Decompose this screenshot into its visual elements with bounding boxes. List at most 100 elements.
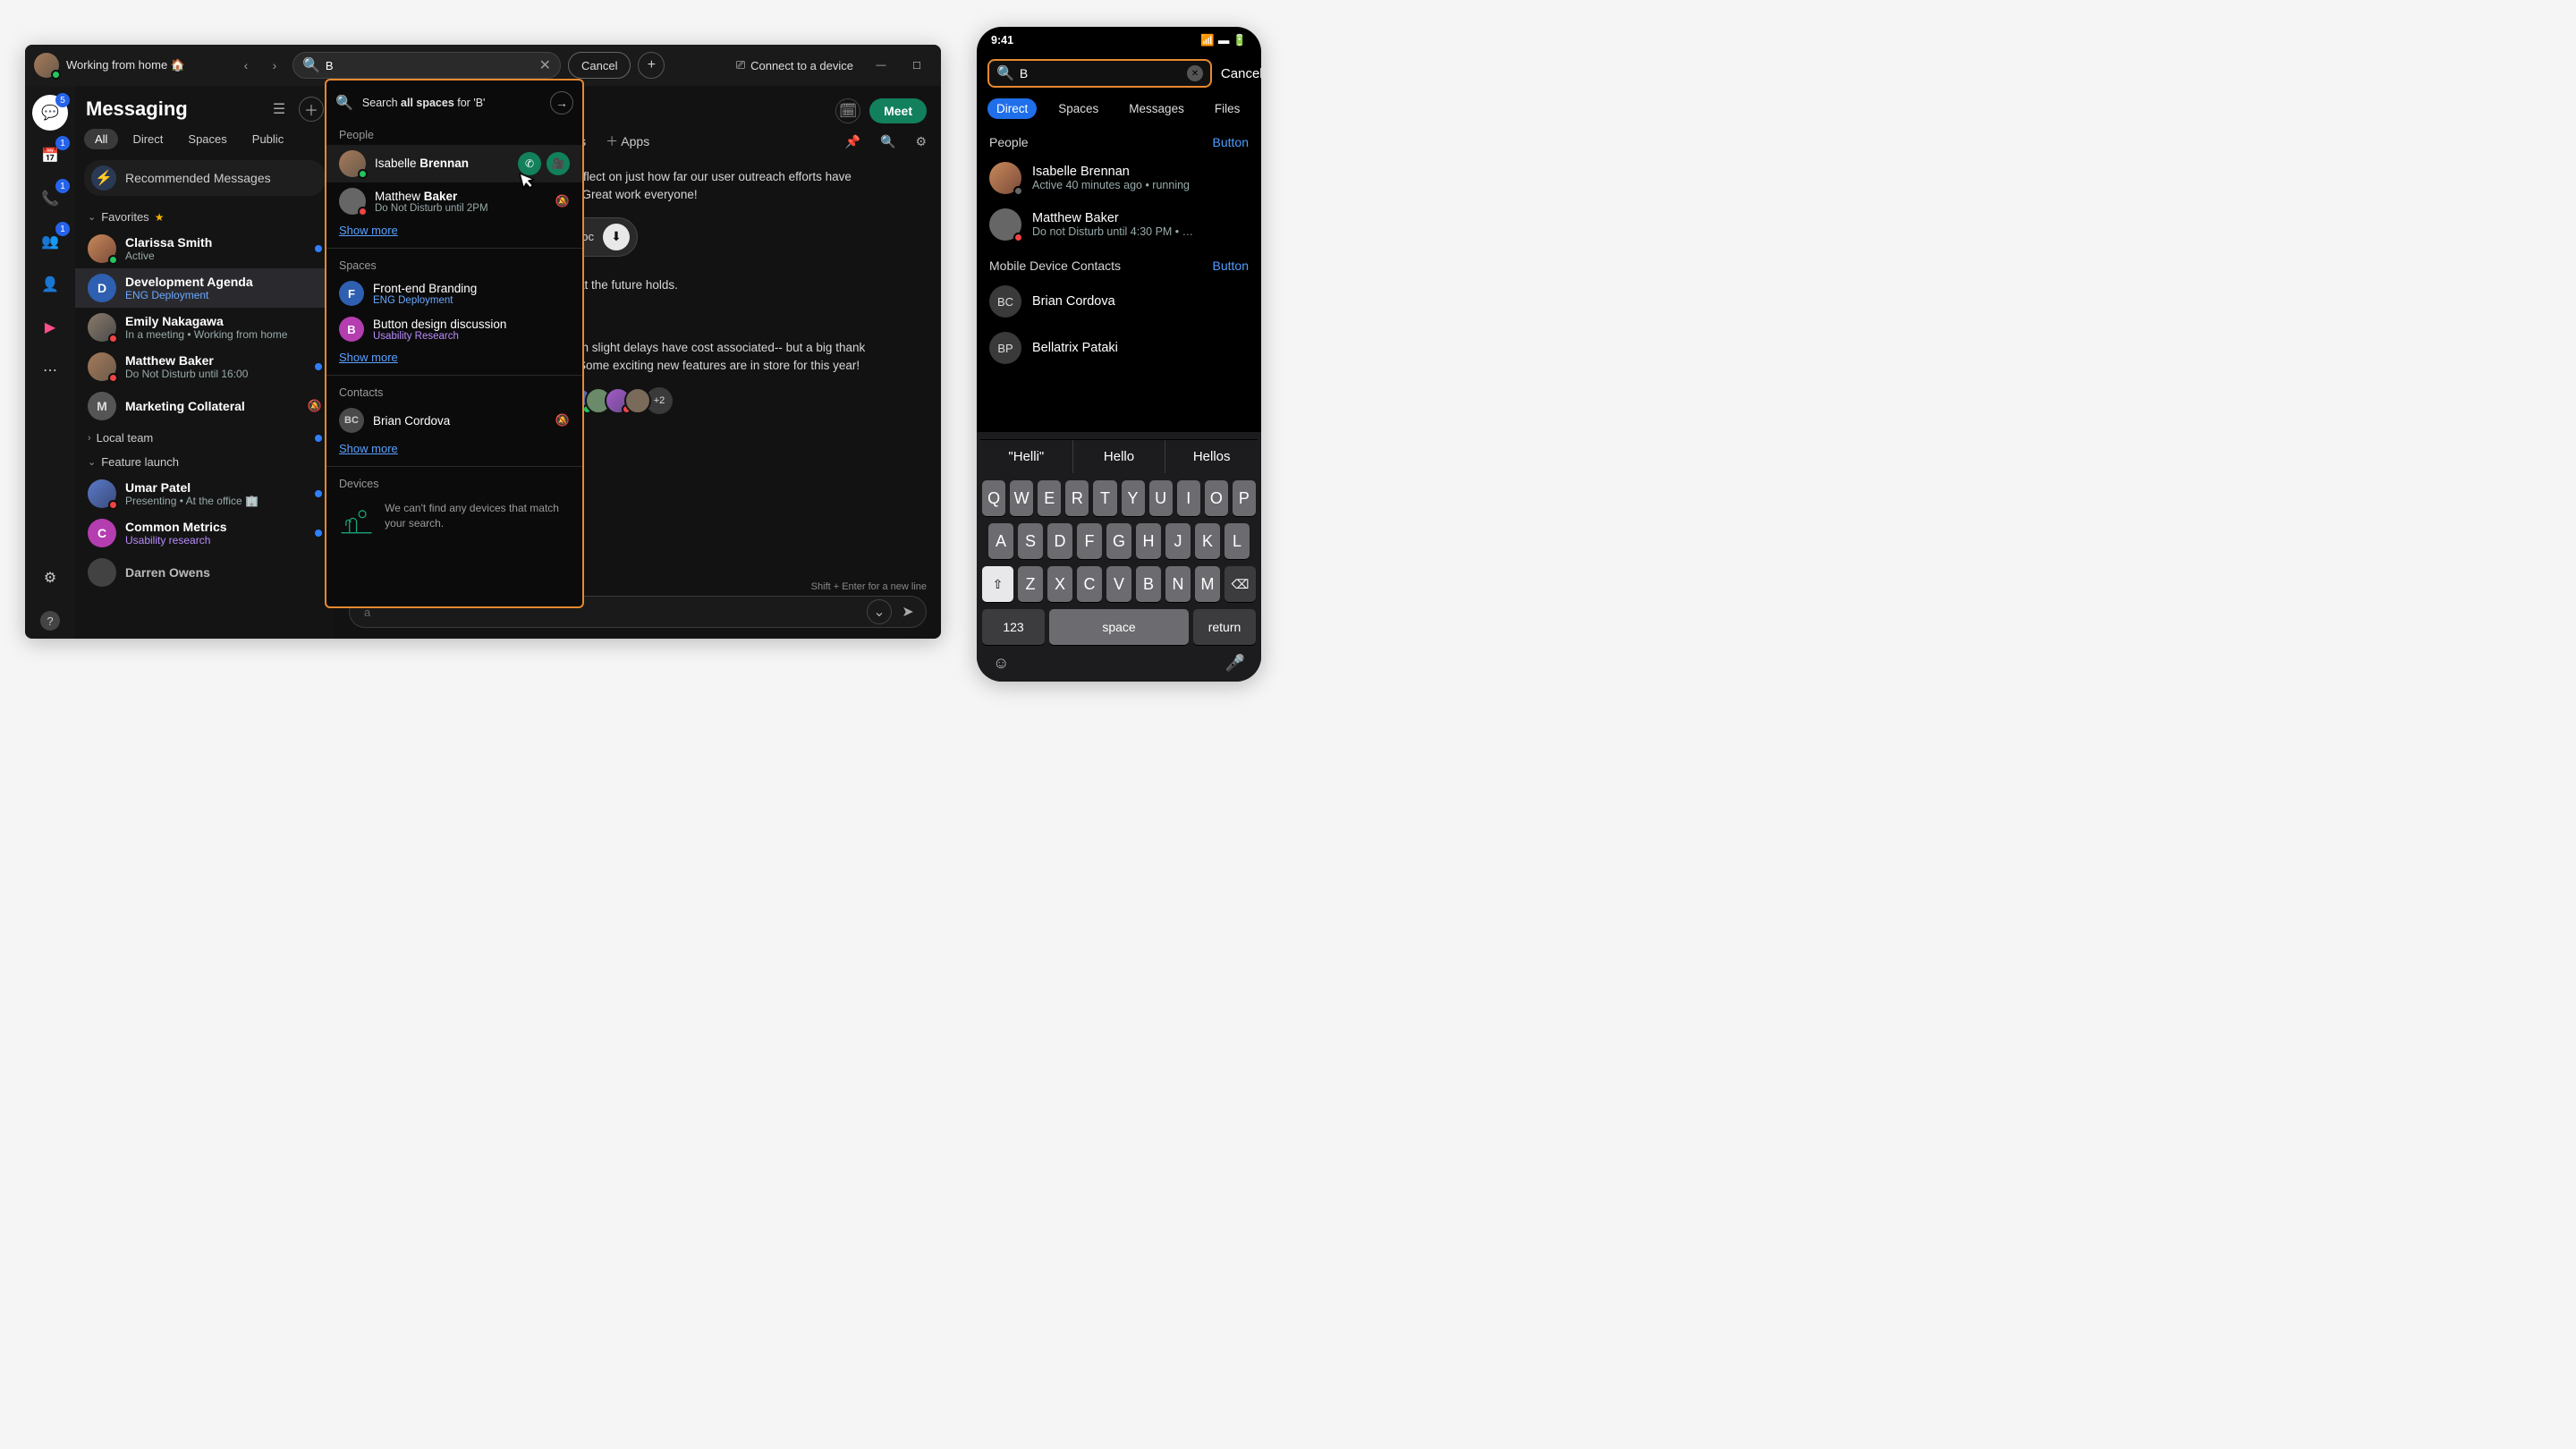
mobile-search[interactable]: 🔍 ✕ <box>987 59 1212 88</box>
sidebar-item-marketing[interactable]: M Marketing Collateral 🔕 <box>75 386 335 426</box>
sidebar-item-metrics[interactable]: C Common MetricsUsability research <box>75 513 335 553</box>
filter-button[interactable]: ☰ <box>267 97 292 122</box>
mresult-isabelle[interactable]: Isabelle BrennanActive 40 minutes ago • … <box>977 155 1261 201</box>
key-t[interactable]: T <box>1093 480 1116 516</box>
connect-device-button[interactable]: ⎚ Connect to a device <box>736 58 853 72</box>
search-in-convo-icon[interactable]: 🔍 <box>880 134 895 149</box>
send-icon[interactable]: ➤ <box>895 599 920 624</box>
pin-icon[interactable]: 📌 <box>845 134 860 149</box>
msection-contacts-button[interactable]: Button <box>1213 258 1249 273</box>
key-s[interactable]: S <box>1018 523 1043 559</box>
key-g[interactable]: G <box>1106 523 1131 559</box>
mobile-cancel[interactable]: Cancel <box>1221 66 1261 81</box>
content-action-1[interactable]: 🗓 <box>835 98 860 123</box>
convo-settings-icon[interactable]: ⚙ <box>915 134 927 149</box>
mtab-direct[interactable]: Direct <box>987 98 1037 119</box>
mtab-messages[interactable]: Messages <box>1120 98 1193 119</box>
mresult-matthew[interactable]: Matthew BakerDo not Disturb until 4:30 P… <box>977 201 1261 248</box>
sidebar-item-clarissa[interactable]: Clarissa SmithActive <box>75 229 335 268</box>
key-n[interactable]: N <box>1165 566 1191 602</box>
sugg-3[interactable]: Hellos <box>1165 440 1258 473</box>
user-avatar[interactable] <box>34 53 59 78</box>
sidebar-item-dev-agenda[interactable]: D Development AgendaENG Deployment <box>75 268 335 308</box>
key-m[interactable]: M <box>1195 566 1220 602</box>
key-i[interactable]: I <box>1177 480 1200 516</box>
mobile-search-input[interactable] <box>1020 66 1182 80</box>
window-maximize[interactable]: ☐ <box>902 52 932 79</box>
mresult-brian[interactable]: BC Brian Cordova <box>977 278 1261 325</box>
key-o[interactable]: O <box>1205 480 1228 516</box>
key-l[interactable]: L <box>1224 523 1250 559</box>
mresult-bellatrix[interactable]: BP Bellatrix Pataki <box>977 325 1261 371</box>
key-x[interactable]: X <box>1047 566 1072 602</box>
clear-search-icon[interactable]: ✕ <box>539 56 551 74</box>
result-frontend-branding[interactable]: F Front-end BrandingENG Deployment <box>326 275 582 311</box>
mtab-files[interactable]: Files <box>1206 98 1250 119</box>
key-d[interactable]: D <box>1047 523 1072 559</box>
mic-icon[interactable]: 🎤 <box>1225 654 1245 673</box>
key-f[interactable]: F <box>1077 523 1102 559</box>
group-local-team[interactable]: › Local team <box>75 426 335 450</box>
key-k[interactable]: K <box>1195 523 1220 559</box>
key-v[interactable]: V <box>1106 566 1131 602</box>
nav-forward-button[interactable]: › <box>264 55 285 76</box>
key-y[interactable]: Y <box>1122 480 1145 516</box>
show-more-people[interactable]: Show more <box>326 220 582 246</box>
result-matthew[interactable]: Matthew BakerDo Not Disturb until 2PM 🔕 <box>326 182 582 220</box>
key-return[interactable]: return <box>1193 609 1256 645</box>
sidebar-item-matthew[interactable]: Matthew BakerDo Not Disturb until 16:00 <box>75 347 335 386</box>
result-button-design[interactable]: B Button design discussionUsability Rese… <box>326 311 582 347</box>
key-c[interactable]: C <box>1077 566 1102 602</box>
key-space[interactable]: space <box>1049 609 1189 645</box>
rail-messaging[interactable]: 💬 5 <box>32 95 68 131</box>
rail-teams[interactable]: 👥 1 <box>32 224 68 259</box>
key-a[interactable]: A <box>988 523 1013 559</box>
new-button[interactable]: + <box>638 52 665 79</box>
key-p[interactable]: P <box>1233 480 1256 516</box>
search-input[interactable] <box>326 59 534 72</box>
group-feature-launch[interactable]: ⌄ Feature launch <box>75 450 335 474</box>
tab-all[interactable]: All <box>84 129 118 149</box>
video-call-icon[interactable]: 🎥 <box>547 152 570 175</box>
recommended-messages[interactable]: ⚡ Recommended Messages <box>84 160 326 196</box>
rail-settings[interactable]: ⚙ <box>32 560 68 596</box>
global-search[interactable]: 🔍 ✕ <box>292 52 561 79</box>
tab-spaces[interactable]: Spaces <box>177 129 237 149</box>
msection-people-button[interactable]: Button <box>1213 135 1249 149</box>
key-backspace[interactable]: ⌫ <box>1224 566 1256 602</box>
search-all-spaces-row[interactable]: 🔍 Search all spaces for 'B' → <box>326 86 582 120</box>
key-q[interactable]: Q <box>982 480 1005 516</box>
key-e[interactable]: E <box>1038 480 1061 516</box>
rail-help[interactable]: ? <box>32 603 68 639</box>
go-icon[interactable]: → <box>550 91 573 114</box>
tab-direct[interactable]: Direct <box>122 129 174 149</box>
sugg-1[interactable]: "Helli" <box>980 440 1073 473</box>
clear-icon[interactable]: ✕ <box>1187 65 1203 81</box>
compose-button[interactable]: ＋ <box>299 97 324 122</box>
show-more-spaces[interactable]: Show more <box>326 347 582 373</box>
tab-public[interactable]: Public <box>242 129 294 149</box>
meet-button[interactable]: Meet <box>869 98 927 123</box>
rail-calendar[interactable]: 📅 1 <box>32 138 68 174</box>
cancel-search-button[interactable]: Cancel <box>568 52 631 79</box>
key-shift[interactable]: ⇧ <box>982 566 1013 602</box>
mtab-spaces[interactable]: Spaces <box>1049 98 1107 119</box>
sidebar-item-umar[interactable]: Umar PatelPresenting • At the office 🏢 <box>75 474 335 513</box>
emoji-icon[interactable]: ☺ <box>993 654 1009 673</box>
key-h[interactable]: H <box>1136 523 1161 559</box>
result-brian[interactable]: BC Brian Cordova 🔕 <box>326 402 582 438</box>
key-r[interactable]: R <box>1065 480 1089 516</box>
rail-more[interactable]: ⋯ <box>32 352 68 388</box>
key-z[interactable]: Z <box>1018 566 1043 602</box>
sidebar-item-darren[interactable]: Darren Owens <box>75 553 335 592</box>
nav-back-button[interactable]: ‹ <box>235 55 257 76</box>
rail-app[interactable]: ▶ <box>32 309 68 345</box>
rail-contacts[interactable]: 👤 <box>32 267 68 302</box>
download-icon[interactable]: ⬇ <box>603 224 630 250</box>
expand-compose-icon[interactable]: ⌄ <box>867 599 892 624</box>
show-more-contacts[interactable]: Show more <box>326 438 582 464</box>
key-u[interactable]: U <box>1149 480 1173 516</box>
sidebar-item-emily[interactable]: Emily NakagawaIn a meeting • Working fro… <box>75 308 335 347</box>
group-favorites[interactable]: ⌄ Favorites ★ <box>75 205 335 229</box>
tab-apps[interactable]: ＋ Apps <box>606 132 649 150</box>
